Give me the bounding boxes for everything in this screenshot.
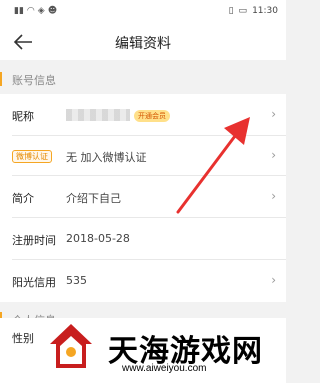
watermark-url: www.aiweiyou.com (122, 363, 207, 374)
site-logo (50, 324, 92, 368)
